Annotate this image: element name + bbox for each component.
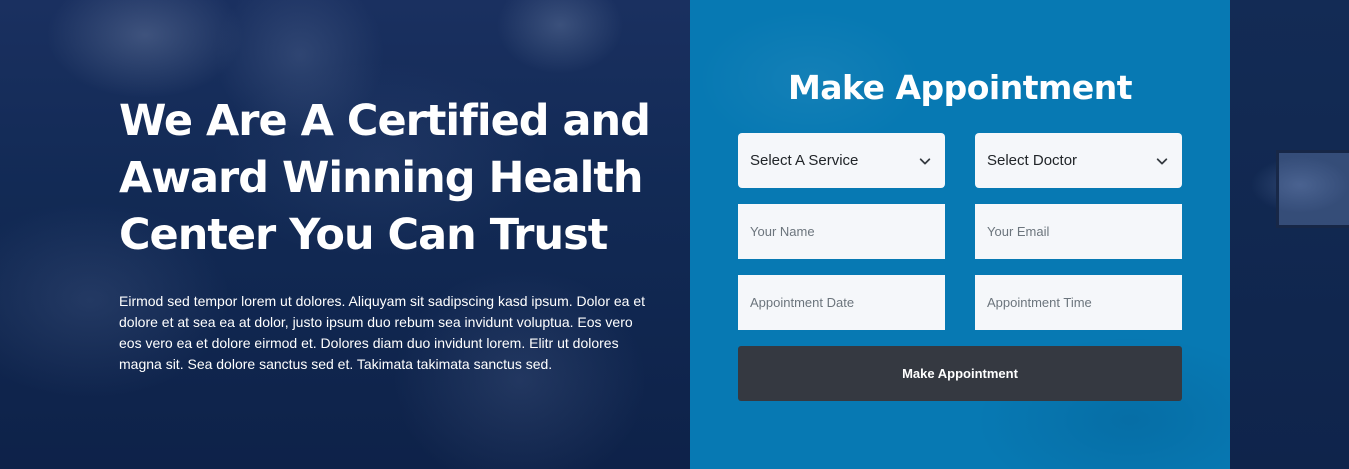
time-field-wrapper	[975, 275, 1182, 330]
name-field-wrapper	[738, 204, 945, 259]
background-photo-right	[1230, 0, 1349, 469]
service-select[interactable]: Select A Service	[738, 133, 945, 188]
doctor-select-label: Select Doctor	[987, 152, 1078, 169]
email-field-wrapper	[975, 204, 1182, 259]
hero-headline: We Are A Certified and Award Winning Hea…	[119, 96, 651, 260]
date-field-wrapper	[738, 275, 945, 330]
chevron-down-icon	[1154, 153, 1170, 169]
hero-section: We Are A Certified and Award Winning Hea…	[0, 0, 1349, 469]
time-input[interactable]	[987, 295, 1170, 310]
chevron-down-icon	[917, 153, 933, 169]
service-select-label: Select A Service	[750, 152, 859, 169]
name-input[interactable]	[750, 224, 933, 239]
date-input[interactable]	[750, 295, 933, 310]
email-input[interactable]	[987, 224, 1170, 239]
make-appointment-button[interactable]: Make Appointment	[738, 346, 1182, 401]
appointment-panel: Make Appointment Select A Service Select…	[690, 0, 1230, 469]
hero-text: We Are A Certified and Award Winning Hea…	[119, 93, 659, 375]
monitor-image	[1276, 150, 1349, 228]
appointment-title: Make Appointment	[787, 68, 1133, 107]
doctor-select[interactable]: Select Doctor	[975, 133, 1182, 188]
hero-description: Eirmod sed tempor lorem ut dolores. Aliq…	[119, 293, 646, 372]
